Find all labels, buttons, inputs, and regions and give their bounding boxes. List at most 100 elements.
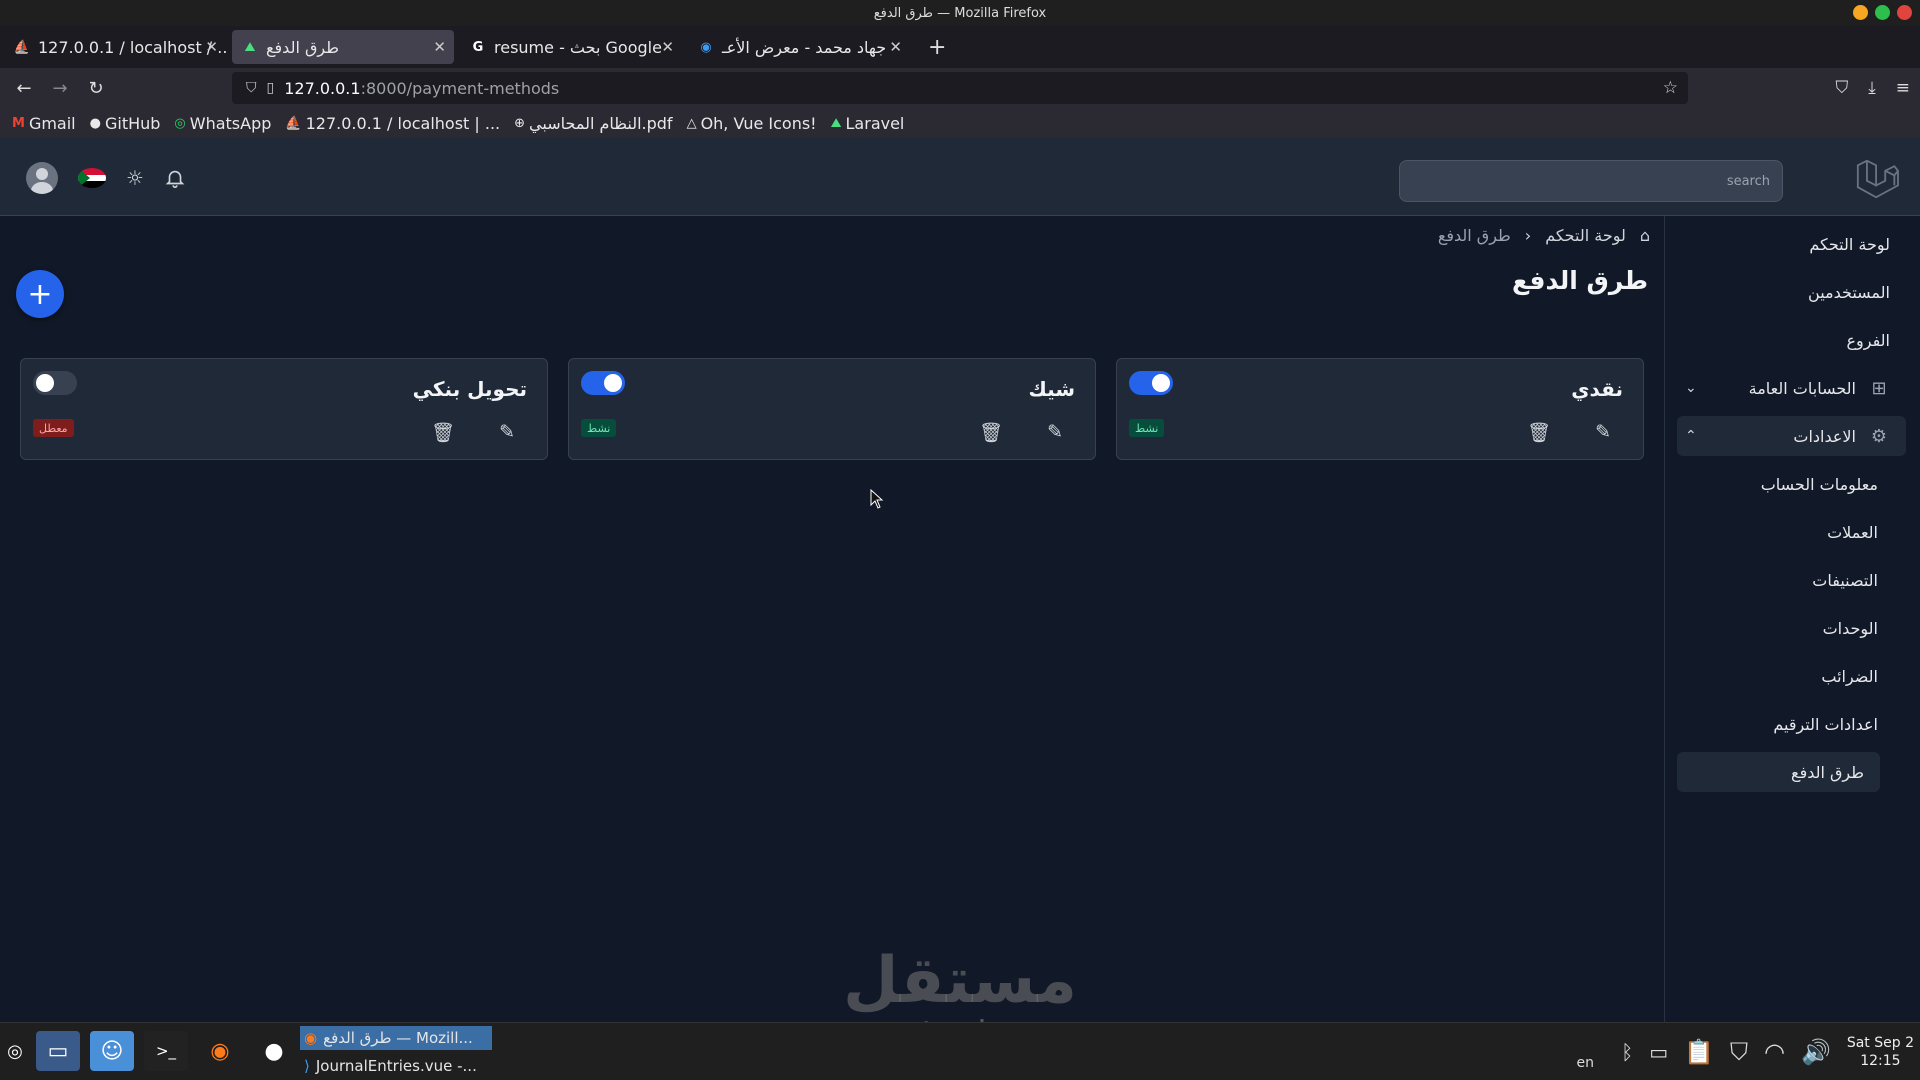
close-icon[interactable]: ✕ bbox=[433, 38, 446, 56]
sidebar-item-payment-methods[interactable]: طرق الدفع bbox=[1677, 752, 1880, 792]
chevron-left-icon: ‹ bbox=[1524, 226, 1532, 245]
bookmark-laravel[interactable]: ⛰ Laravel bbox=[831, 114, 905, 133]
tab-phpmyadmin[interactable]: ⛵ 127.0.0.1 / localhost / ... ✕ bbox=[4, 30, 226, 64]
new-tab-button[interactable]: + bbox=[916, 35, 958, 60]
laravel-logo-icon bbox=[1856, 159, 1899, 199]
chevron-down-icon: ⌄ bbox=[1685, 380, 1697, 396]
breadcrumb: ⌂ لوحة التحكم ‹ طرق الدفع bbox=[1380, 226, 1650, 245]
bell-icon[interactable] bbox=[164, 167, 186, 189]
url-path: :8000/payment-methods bbox=[360, 78, 560, 98]
display-icon[interactable]: ▭ bbox=[1649, 1040, 1668, 1064]
status-badge: معطل bbox=[33, 419, 74, 437]
vue-icon: △ bbox=[686, 115, 697, 131]
laravel-icon: ⛰ bbox=[830, 115, 842, 131]
edit-icon[interactable]: ✎ bbox=[1047, 421, 1063, 443]
status-badge: نشط bbox=[581, 419, 617, 437]
tab-portfolio[interactable]: ◉ جهاد محمد - معرض الأعـ ✕ bbox=[688, 30, 910, 64]
laravel-icon: ⛰ bbox=[244, 39, 256, 55]
sidebar-item-currencies[interactable]: العملات bbox=[1677, 512, 1906, 552]
pocket-icon[interactable]: ⛉ bbox=[1835, 78, 1848, 98]
phpmyadmin-icon: ⛵ bbox=[13, 39, 31, 55]
sidebar-item-settings[interactable]: ⌃ الاعدادات ⚙ bbox=[1677, 416, 1906, 456]
tab-google-search[interactable]: G resume - بحث Google ✕ bbox=[460, 30, 682, 64]
search-field[interactable] bbox=[1399, 160, 1783, 202]
close-window-button[interactable] bbox=[1897, 5, 1912, 20]
edit-icon[interactable]: ✎ bbox=[499, 421, 515, 443]
sidebar-item-account-info[interactable]: معلومات الحساب bbox=[1677, 464, 1906, 504]
start-menu-icon[interactable]: ◎ bbox=[4, 1031, 26, 1071]
breadcrumb-home[interactable]: لوحة التحكم bbox=[1545, 226, 1626, 245]
tab-payment-methods[interactable]: ⛰ طرق الدفع ✕ bbox=[232, 30, 454, 64]
card-title: شيك bbox=[1028, 377, 1075, 401]
sidebar-item-general-accounts[interactable]: ⌄ الحسابات العامة ⊞ bbox=[1677, 368, 1906, 408]
sudan-flag-icon[interactable] bbox=[78, 168, 106, 188]
sidebar-item-units[interactable]: الوحدات bbox=[1677, 608, 1906, 648]
menu-icon[interactable]: ≡ bbox=[1896, 78, 1910, 98]
volume-icon[interactable]: 🔊 bbox=[1801, 1038, 1831, 1066]
taskbar-launchers: ◎ ▭ ☺ >_ ◉ ● bbox=[4, 1031, 296, 1071]
taskbar-window-vscode[interactable]: ⟩ JournalEntries.vue -... bbox=[300, 1054, 492, 1078]
trash-icon[interactable]: 🗑 bbox=[431, 421, 455, 444]
close-icon[interactable]: ✕ bbox=[889, 38, 902, 56]
github-icon[interactable]: ● bbox=[252, 1031, 296, 1071]
url-bar[interactable]: ⛉ ▯ 127.0.0.1:8000/payment-methods ☆ bbox=[232, 72, 1688, 104]
bookmark-star-icon[interactable]: ☆ bbox=[1663, 78, 1678, 98]
bookmark-github[interactable]: ● GitHub bbox=[90, 114, 161, 133]
status-toggle[interactable] bbox=[1129, 371, 1173, 395]
sidebar-item-users[interactable]: المستخدمين bbox=[1677, 272, 1906, 312]
bookmark-gmail[interactable]: M Gmail bbox=[12, 114, 76, 133]
file-manager-icon[interactable]: ☺ bbox=[90, 1031, 134, 1071]
taskbar-window-firefox[interactable]: ◉ طرق الدفع — Mozill... bbox=[300, 1026, 492, 1050]
search-input[interactable] bbox=[1400, 161, 1782, 201]
sidebar-item-taxes[interactable]: الضرائب bbox=[1677, 656, 1906, 696]
tab-strip: ⛵ 127.0.0.1 / localhost / ... ✕ ⛰ طرق ال… bbox=[0, 26, 1920, 68]
whatsapp-icon: ◎ bbox=[174, 115, 186, 131]
shield-icon[interactable]: ⛉ bbox=[1730, 1038, 1748, 1066]
sidebar-item-dashboard[interactable]: لوحة التحكم bbox=[1677, 224, 1906, 264]
bookmark-whatsapp[interactable]: ◎ WhatsApp bbox=[174, 114, 271, 133]
download-icon[interactable]: ⤓ bbox=[1868, 78, 1876, 98]
status-toggle[interactable] bbox=[581, 371, 625, 395]
watermark-arabic: مستقل bbox=[842, 944, 1078, 1018]
wifi-icon[interactable]: ◠ bbox=[1764, 1038, 1785, 1066]
desktop-icon[interactable]: ▭ bbox=[36, 1031, 80, 1071]
shield-icon[interactable]: ⛉ bbox=[246, 80, 257, 96]
edit-icon[interactable]: ✎ bbox=[1595, 421, 1611, 443]
firefox-icon[interactable]: ◉ bbox=[198, 1031, 242, 1071]
sidebar-item-categories[interactable]: التصنيفات bbox=[1677, 560, 1906, 600]
breadcrumb-current: طرق الدفع bbox=[1437, 226, 1511, 245]
maximize-button[interactable] bbox=[1875, 5, 1890, 20]
bluetooth-icon[interactable]: ᛒ bbox=[1621, 1040, 1633, 1064]
bookmark-vue-icons[interactable]: △ Oh, Vue Icons! bbox=[687, 114, 817, 133]
tab-label: resume - بحث Google bbox=[494, 37, 662, 57]
minimize-button[interactable] bbox=[1853, 5, 1868, 20]
trash-icon[interactable]: 🗑 bbox=[979, 421, 1003, 444]
bookmark-phpmyadmin[interactable]: ⛵ 127.0.0.1 / localhost | ... bbox=[285, 114, 500, 133]
firefox-icon: ◉ bbox=[304, 1029, 318, 1047]
terminal-icon[interactable]: >_ bbox=[144, 1031, 188, 1071]
sidebar-item-branches[interactable]: الفروع bbox=[1677, 320, 1906, 360]
back-icon[interactable]: ← bbox=[6, 78, 42, 99]
forward-icon[interactable]: → bbox=[42, 78, 78, 99]
plus-icon: + bbox=[27, 276, 53, 312]
bookmark-accounting-pdf[interactable]: ⊕ النظام المحاسبي.pdf bbox=[514, 114, 672, 133]
url-host: 127.0.0.1 bbox=[284, 78, 361, 98]
avatar[interactable] bbox=[26, 162, 58, 194]
keyboard-layout[interactable]: en bbox=[1577, 1055, 1595, 1071]
gear-icon: ⚙ bbox=[1870, 425, 1888, 447]
window-titlebar: طرق الدفع — Mozilla Firefox bbox=[0, 0, 1920, 26]
status-toggle[interactable] bbox=[33, 371, 77, 395]
reload-icon[interactable]: ↻ bbox=[78, 78, 114, 99]
sun-icon[interactable]: ☼ bbox=[126, 166, 144, 190]
home-icon[interactable]: ⌂ bbox=[1640, 226, 1650, 245]
clipboard-icon[interactable]: 📋 bbox=[1684, 1038, 1714, 1066]
sidebar-item-numbering-settings[interactable]: اعدادات الترقيم bbox=[1677, 704, 1906, 744]
close-icon[interactable]: ✕ bbox=[205, 38, 218, 56]
trash-icon[interactable]: 🗑 bbox=[1527, 421, 1551, 444]
window-controls bbox=[1853, 5, 1912, 20]
add-payment-method-button[interactable]: + bbox=[16, 270, 64, 318]
header-actions: ☼ bbox=[26, 162, 186, 194]
clock[interactable]: Sat Sep 2 12:15 bbox=[1847, 1034, 1914, 1070]
hierarchy-icon: ⊞ bbox=[1871, 377, 1887, 399]
close-icon[interactable]: ✕ bbox=[661, 38, 674, 56]
